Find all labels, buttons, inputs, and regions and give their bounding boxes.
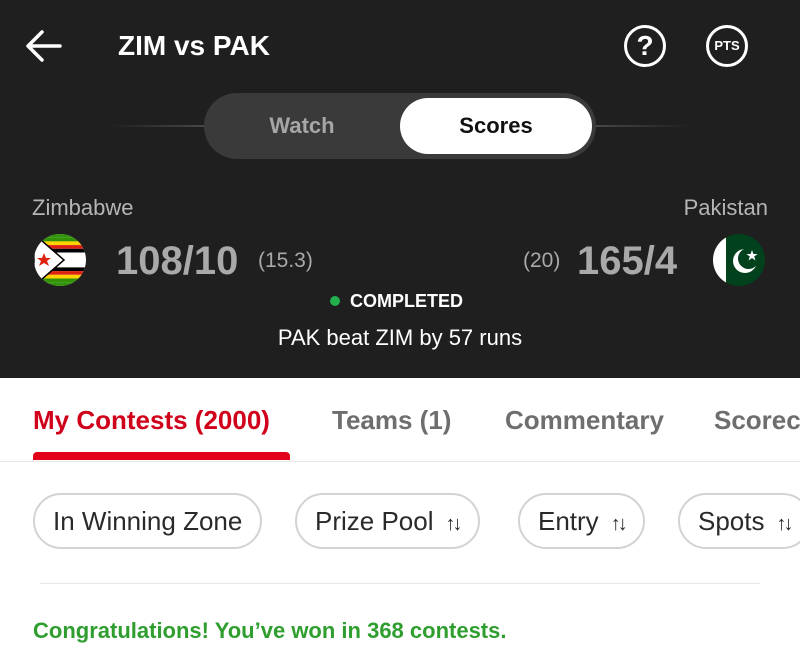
match-result: PAK beat ZIM by 57 runs	[277, 325, 523, 350]
team-left-name: Zimbabwe	[32, 195, 134, 220]
pakistan-flag-icon	[713, 234, 765, 286]
filter-entry[interactable]: Entry ↑↓	[518, 493, 645, 549]
scores-toggle-option[interactable]: Scores	[400, 98, 592, 154]
tab-bar: My Contests (2000) Teams (1) Commentary …	[0, 378, 800, 462]
page-title: ZIM vs PAK	[118, 30, 270, 61]
toggle-divider-right	[590, 125, 690, 127]
filter-spots[interactable]: Spots ↑↓	[678, 493, 800, 549]
team-right-overs: (20)	[523, 249, 561, 272]
active-tab-indicator	[33, 452, 290, 460]
filter-label: Entry	[538, 506, 599, 536]
match-status-label: COMPLETED	[350, 291, 464, 311]
filter-prize-pool[interactable]: Prize Pool ↑↓	[295, 493, 480, 549]
points-system-button[interactable]: PTS	[706, 25, 748, 67]
match-status: COMPLETED	[330, 290, 463, 312]
team-right-score: 165/4	[577, 239, 678, 283]
tab-commentary[interactable]: Commentary	[505, 404, 664, 436]
toggle-divider-left	[110, 125, 210, 127]
team-right-name: Pakistan	[683, 195, 768, 220]
filter-label: Spots	[698, 506, 765, 536]
congratulations-message: Congratulations! You’ve won in 368 conte…	[33, 618, 507, 643]
top-bar: ZIM vs PAK ? PTS	[0, 0, 800, 92]
team-left-overs: (15.3)	[258, 249, 313, 272]
status-dot-icon	[330, 296, 340, 306]
tab-scorecard[interactable]: Scorec	[714, 404, 800, 436]
zimbabwe-flag-icon	[34, 234, 86, 286]
help-icon[interactable]: ?	[624, 25, 666, 67]
watch-scores-toggle: Watch Scores	[204, 93, 596, 159]
tab-teams[interactable]: Teams (1)	[332, 404, 451, 436]
filter-in-winning-zone[interactable]: In Winning Zone	[33, 493, 263, 549]
tab-my-contests[interactable]: My Contests (2000)	[33, 404, 270, 436]
sort-arrows-icon: ↑↓	[610, 513, 628, 535]
sort-arrows-icon: ↑↓	[776, 513, 794, 535]
sort-arrows-icon: ↑↓	[445, 513, 463, 535]
watch-toggle-option[interactable]: Watch	[204, 93, 400, 159]
match-screen: ZIM vs PAK ? PTS Watch Scores Zimbabwe P…	[0, 0, 800, 653]
team-left-score: 108/10	[116, 239, 239, 283]
match-header: ZIM vs PAK ? PTS Watch Scores Zimbabwe P…	[0, 0, 800, 378]
filter-label: Prize Pool	[315, 506, 434, 536]
back-arrow-icon[interactable]	[24, 26, 64, 66]
section-divider	[40, 583, 760, 584]
filter-label: In Winning Zone	[53, 506, 243, 536]
